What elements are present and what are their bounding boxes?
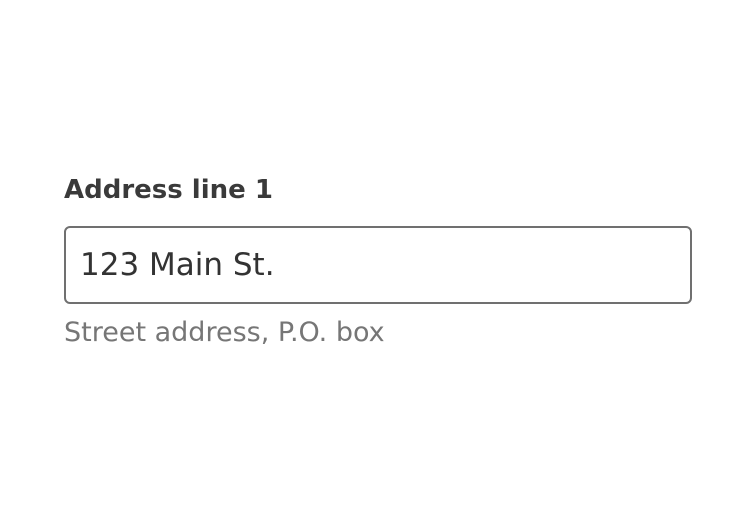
address-line-1-input-box[interactable] xyxy=(64,226,692,304)
address-line-1-help-text: Street address, P.O. box xyxy=(64,317,385,348)
address-line-1-label: Address line 1 xyxy=(64,175,273,205)
address-line-1-input[interactable] xyxy=(80,228,676,302)
address-line-1-field: Address line 1 Street address, P.O. box xyxy=(64,170,692,348)
